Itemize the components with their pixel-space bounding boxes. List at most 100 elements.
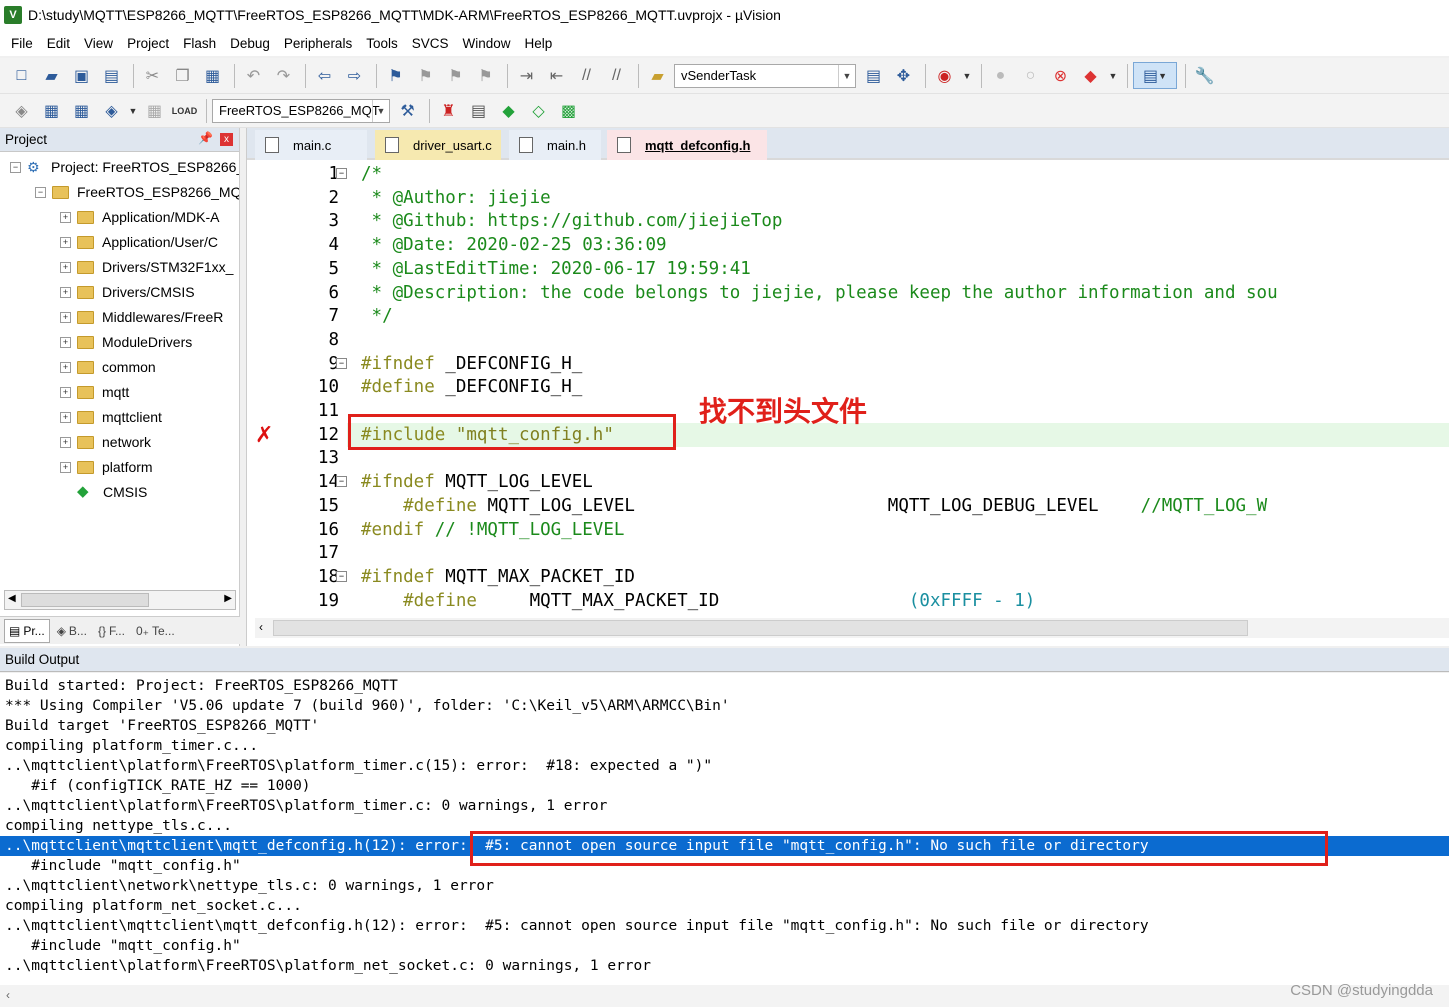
- menu-file[interactable]: File: [4, 36, 40, 51]
- translate-icon[interactable]: ◈: [8, 97, 35, 124]
- expand-icon[interactable]: +: [60, 436, 71, 448]
- tree-item[interactable]: + mqttclient: [60, 406, 162, 428]
- build-icon[interactable]: ▦: [38, 97, 65, 124]
- disable-all-breakpoints-icon[interactable]: ⊗: [1047, 62, 1074, 89]
- open-file-icon[interactable]: ▰: [38, 62, 65, 89]
- chevron-down-icon[interactable]: ▼: [128, 97, 138, 124]
- tree-item[interactable]: + Middlewares/FreeR: [60, 306, 223, 328]
- batch-build-icon[interactable]: ◈: [98, 97, 125, 124]
- fold-toggle-icon[interactable]: −: [336, 168, 347, 179]
- chevron-down-icon[interactable]: ▼: [838, 64, 855, 87]
- nav-forward-icon[interactable]: ⇨: [341, 62, 368, 89]
- tab-main-c[interactable]: main.c: [255, 130, 367, 160]
- kill-breakpoints-icon[interactable]: ◆: [1077, 62, 1104, 89]
- indent-icon[interactable]: ⇥: [513, 62, 540, 89]
- chevron-down-icon[interactable]: ▼: [961, 62, 973, 89]
- tree-item[interactable]: + Drivers/CMSIS: [60, 281, 195, 303]
- menu-debug[interactable]: Debug: [223, 36, 277, 51]
- incremental-find-icon[interactable]: ✥: [890, 62, 917, 89]
- unindent-icon[interactable]: ⇤: [543, 62, 570, 89]
- save-all-icon[interactable]: ▤: [98, 62, 125, 89]
- find-icon[interactable]: ▤: [860, 62, 887, 89]
- output-line[interactable]: #include "mqtt_config.h": [5, 856, 241, 876]
- next-bookmark-icon[interactable]: ⚑: [442, 62, 469, 89]
- output-line[interactable]: compiling platform_timer.c...: [5, 736, 258, 756]
- save-icon[interactable]: ▣: [68, 62, 95, 89]
- find-combo[interactable]: vSenderTask ▼: [674, 63, 856, 88]
- scroll-left-icon[interactable]: ◀: [8, 593, 16, 604]
- expand-icon[interactable]: +: [60, 286, 71, 298]
- output-line[interactable]: ..\mqttclient\network\nettype_tls.c: 0 w…: [5, 876, 494, 896]
- redo-icon[interactable]: ↷: [270, 62, 297, 89]
- new-file-icon[interactable]: □: [8, 62, 35, 89]
- scroll-thumb[interactable]: [273, 620, 1248, 636]
- tree-item[interactable]: − ⚙ Project: FreeRTOS_ESP8266_: [10, 156, 239, 178]
- output-line[interactable]: #if (configTICK_RATE_HZ == 1000): [5, 776, 310, 796]
- tree-item[interactable]: + Application/MDK-A: [60, 206, 220, 228]
- tree-item[interactable]: + network: [60, 431, 151, 453]
- menu-view[interactable]: View: [77, 36, 120, 51]
- chevron-down-icon[interactable]: ▼: [372, 99, 389, 122]
- tab-driver_usart-c[interactable]: driver_usart.c: [375, 130, 501, 160]
- output-line[interactable]: compiling platform_net_socket.c...: [5, 896, 302, 916]
- code-view[interactable]: /* * @Author: jiejie * @Github: https://…: [347, 160, 1449, 615]
- tree-item[interactable]: − FreeRTOS_ESP8266_MQ: [35, 181, 239, 203]
- menu-flash[interactable]: Flash: [176, 36, 223, 51]
- menu-help[interactable]: Help: [518, 36, 560, 51]
- expand-icon[interactable]: +: [60, 361, 71, 373]
- tree-item[interactable]: + common: [60, 356, 156, 378]
- collapse-icon[interactable]: −: [35, 186, 46, 198]
- scroll-left-icon[interactable]: ‹: [259, 620, 263, 634]
- tree-item[interactable]: ◆ CMSIS: [60, 481, 147, 503]
- output-line[interactable]: ..\mqttclient\platform\FreeRTOS\platform…: [5, 796, 607, 816]
- undo-icon[interactable]: ↶: [240, 62, 267, 89]
- fold-toggle-icon[interactable]: −: [336, 357, 347, 369]
- scroll-left-icon[interactable]: ‹: [6, 988, 10, 1002]
- comment-icon[interactable]: //: [573, 62, 600, 89]
- output-line[interactable]: Build target 'FreeRTOS_ESP8266_MQTT': [5, 716, 319, 736]
- tree-item[interactable]: + Application/User/C: [60, 231, 218, 253]
- bookmark-icon[interactable]: ⚑: [382, 62, 409, 89]
- panel-tab[interactable]: {} F...: [94, 619, 129, 643]
- copy-icon[interactable]: ❐: [169, 62, 196, 89]
- expand-icon[interactable]: +: [60, 311, 71, 323]
- window-layout-icon[interactable]: ▤ ▼: [1133, 62, 1177, 89]
- tab-main-h[interactable]: main.h: [509, 130, 601, 160]
- debug-session-icon[interactable]: ◉: [931, 62, 958, 89]
- expand-icon[interactable]: +: [60, 411, 71, 423]
- breakpoint-icon[interactable]: ●: [987, 62, 1014, 89]
- output-line[interactable]: Build started: Project: FreeRTOS_ESP8266…: [5, 676, 398, 696]
- expand-icon[interactable]: +: [60, 461, 71, 473]
- collapse-icon[interactable]: −: [10, 161, 21, 173]
- run-time-env-icon[interactable]: ◆: [495, 97, 522, 124]
- scroll-right-icon[interactable]: ▶: [224, 593, 232, 604]
- pack-installer-icon[interactable]: ▩: [555, 97, 582, 124]
- cut-icon[interactable]: ✂: [139, 62, 166, 89]
- output-line[interactable]: #include "mqtt_config.h": [5, 936, 241, 956]
- project-hscrollbar[interactable]: ◀ ▶: [4, 590, 236, 610]
- paste-icon[interactable]: ▦: [199, 62, 226, 89]
- output-line[interactable]: ..\mqttclient\platform\FreeRTOS\platform…: [5, 956, 651, 976]
- build-output-hscrollbar[interactable]: ‹: [0, 985, 1449, 1007]
- manage-components-icon[interactable]: ▤: [465, 97, 492, 124]
- panel-tab[interactable]: ◈ B...: [53, 619, 91, 643]
- prev-bookmark-icon[interactable]: ⚑: [412, 62, 439, 89]
- fold-toggle-icon[interactable]: −: [336, 570, 347, 582]
- uncomment-icon[interactable]: //: [603, 62, 630, 89]
- close-icon[interactable]: x: [220, 133, 233, 146]
- menu-peripherals[interactable]: Peripherals: [277, 36, 359, 51]
- panel-tab[interactable]: ▤ Pr...: [4, 618, 50, 643]
- fold-toggle-icon[interactable]: −: [336, 476, 347, 488]
- menu-tools[interactable]: Tools: [359, 36, 405, 51]
- expand-icon[interactable]: +: [60, 261, 71, 273]
- tree-item[interactable]: + ModuleDrivers: [60, 331, 192, 353]
- expand-icon[interactable]: +: [60, 336, 71, 348]
- target-options-icon[interactable]: ⚒: [394, 97, 421, 124]
- clear-bookmarks-icon[interactable]: ⚑: [472, 62, 499, 89]
- tree-item[interactable]: + Drivers/STM32F1xx_: [60, 256, 233, 278]
- tree-item[interactable]: + platform: [60, 456, 153, 478]
- load-icon[interactable]: LOAD: [171, 97, 198, 124]
- file-extensions-icon[interactable]: ♜: [435, 97, 462, 124]
- pin-icon[interactable]: 📌: [198, 131, 213, 145]
- expand-icon[interactable]: +: [60, 386, 71, 398]
